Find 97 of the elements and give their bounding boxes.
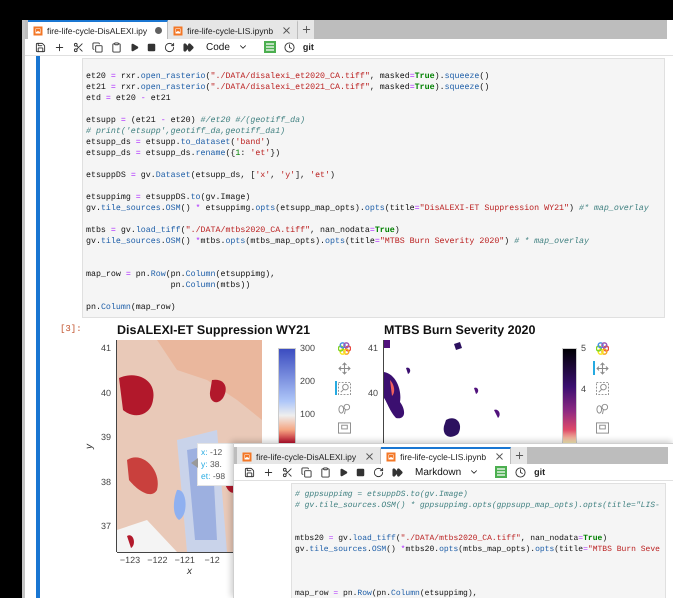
cell-type-dropdown[interactable]: Code [202, 42, 252, 52]
clock-icon[interactable] [284, 42, 295, 52]
colorbar-tick-label: 200 [300, 376, 316, 386]
stop-icon[interactable] [147, 42, 156, 52]
property-inspector-icon[interactable] [264, 41, 276, 53]
git-button[interactable]: git [302, 42, 314, 52]
code-line: gv.tile_sources.OSM() *mtbs.opts(mtbs_map_opts).opts(title="MTBS Burn Severity 2020") # * map_overlay [86, 236, 589, 247]
code-cell[interactable] [82, 58, 665, 318]
colorbar-tick-label: 300 [300, 343, 316, 353]
play-icon[interactable] [130, 42, 139, 52]
code-line: map_row = pn.Row(pn.Column(etsuppimg), [295, 588, 478, 598]
plus-icon [514, 450, 525, 461]
close-icon[interactable] [494, 451, 506, 462]
code-line: etsupp_ds = etsupp.to_dataset('band') [86, 137, 270, 148]
wheel-zoom-icon[interactable] [596, 402, 608, 414]
copy-icon[interactable] [301, 466, 312, 478]
code-line: # gppsuppimg = etsuppDS.to(gv.Image) [295, 489, 468, 500]
axis-tick-label: 41 [100, 343, 111, 353]
code-line: etd = et20 - et21 [86, 93, 171, 104]
cell-type-dropdown[interactable]: Markdown [411, 466, 484, 478]
plot-title: DisALEXI-ET Suppression WY21 [117, 322, 312, 339]
code-line: gv.tile_sources.OSM() *mtbs20.opts(mtbs_map_opts).opts(title="MTBS Burn Seve [295, 544, 660, 555]
notebook-tab[interactable]: fire-life-cycle-LIS.ipynb [168, 20, 298, 39]
color-wheel-icon[interactable] [596, 342, 608, 354]
axis-tick-label: 37 [100, 521, 111, 531]
notebook-tab[interactable]: fire-life-cycle-DisALEXI.ipy [237, 447, 382, 464]
axis-label: x [186, 566, 194, 579]
box-zoom-icon[interactable] [338, 382, 350, 394]
tooltip-row-text: et: -98 [201, 471, 226, 482]
close-icon[interactable] [364, 451, 376, 462]
pan-icon[interactable] [596, 362, 608, 374]
plot-title: MTBS Burn Severity 2020 [384, 322, 536, 339]
plot-tool-button[interactable] [592, 361, 610, 375]
tooltip-arrow-icon [191, 458, 198, 468]
code-line: pn.Column(mtbs)) [170, 280, 250, 291]
new-tab-button[interactable] [298, 20, 314, 39]
code-line: gv.tile_sources.OSM() * etsuppimg.opts(etsupp_map_opts).opts(title="DisALEXI-ET Suppression WY21") #* map_overlay [86, 203, 649, 214]
code-line: mtbs = gv.load_tiff("./DATA/mtbs2020_CA.tiff", nan_nodata=True) [86, 225, 400, 236]
axis-tick-label: 39 [100, 432, 111, 442]
axis-tick-label: −12 [204, 555, 220, 565]
code-line: etsuppimg = etsuppDS.to(gv.Image) [86, 192, 250, 203]
code-line: pn.Column(map_row) [86, 302, 176, 313]
code-line: mtbs20 = gv.load_tiff("./DATA/mtbs2020_CA.tiff", nan_nodata=True) [295, 533, 608, 544]
copy-icon[interactable] [92, 42, 103, 52]
notebook-icon [33, 26, 43, 36]
pan-icon[interactable] [338, 362, 350, 374]
save-icon[interactable] [244, 466, 255, 478]
colorbar-tick-label: 100 [300, 409, 316, 419]
colorbar-tick-label: 5 [581, 343, 586, 353]
clock-icon[interactable] [515, 466, 526, 478]
new-tab-button[interactable] [511, 447, 528, 464]
close-icon[interactable] [281, 25, 292, 36]
scissors-icon[interactable] [73, 42, 84, 52]
code-line: et20 = rxr.open_rasterio("./DATA/disalexi_et2020_CA.tiff", masked=True).squeeze() [86, 71, 490, 82]
notebook-tab[interactable]: fire-life-cycle-DisALEXI.ipy [28, 20, 168, 39]
code-line: etsupp_ds = etsupp_ds.rename({1: 'et'}) [86, 148, 280, 159]
fast-forward-icon[interactable] [183, 42, 194, 52]
plus-icon[interactable] [54, 42, 65, 52]
tooltip-row-text: x: -12 [201, 447, 224, 458]
save-icon[interactable] [35, 42, 46, 52]
axis-tick-label: 40 [100, 388, 111, 398]
code-line: etsuppDS = gv.Dataset(etsupp_ds, ['x', 'y'], 'et') [86, 170, 335, 181]
refresh-icon[interactable] [164, 42, 175, 52]
clipboard-icon[interactable] [111, 42, 122, 52]
scissors-icon[interactable] [282, 466, 293, 478]
plus-icon [300, 24, 312, 35]
code-cell[interactable] [291, 483, 666, 598]
colorbar-tick-label: 4 [581, 384, 586, 394]
plot-tool-button[interactable] [334, 381, 352, 395]
axis-tick-label: −122 [147, 555, 168, 565]
code-line: # gv.tile_sources.OSM() * gppsuppimg.opts(gppsupp_map_opts).opts(title="LIS- [295, 500, 660, 511]
axis-tick-label: 41 [368, 343, 378, 353]
code-line: map_row = pn.Row(pn.Column(etsuppimg), [86, 269, 276, 280]
notebook-icon [386, 452, 396, 462]
code-line: # print('etsupp',geotiff_da,geotiff_da1) [86, 126, 286, 137]
notebook-tab[interactable]: fire-life-cycle-LIS.ipynb [381, 447, 512, 464]
box-zoom-icon[interactable] [596, 382, 608, 394]
git-button[interactable]: git [534, 467, 546, 477]
notebook-icon [173, 26, 184, 36]
plus-icon[interactable] [263, 466, 274, 478]
output-prompt: [3]: [60, 324, 82, 335]
axis-tick-label: 38 [100, 476, 111, 486]
axis-tick-label: −123 [120, 555, 140, 565]
fast-forward-icon[interactable] [392, 466, 403, 478]
code-line: et21 = rxr.open_rasterio("./DATA/disalexi_et2021_CA.tiff", masked=True).squeeze() [86, 82, 490, 93]
notebook-icon [242, 452, 252, 462]
play-icon[interactable] [339, 468, 348, 476]
axis-tick-label: −121 [174, 555, 195, 565]
axis-label: y [84, 444, 94, 448]
clipboard-icon[interactable] [320, 466, 331, 478]
color-wheel-icon[interactable] [338, 342, 350, 354]
refresh-icon[interactable] [373, 466, 384, 478]
code-line: etsupp = (et21 - et20) #/et20 #/(geotiff_da) [86, 115, 306, 126]
stop-icon[interactable] [356, 468, 365, 476]
axis-tick-label: 40 [368, 388, 378, 398]
wheel-zoom-icon[interactable] [338, 402, 350, 414]
tooltip-row-text: y: 38. [201, 459, 223, 470]
